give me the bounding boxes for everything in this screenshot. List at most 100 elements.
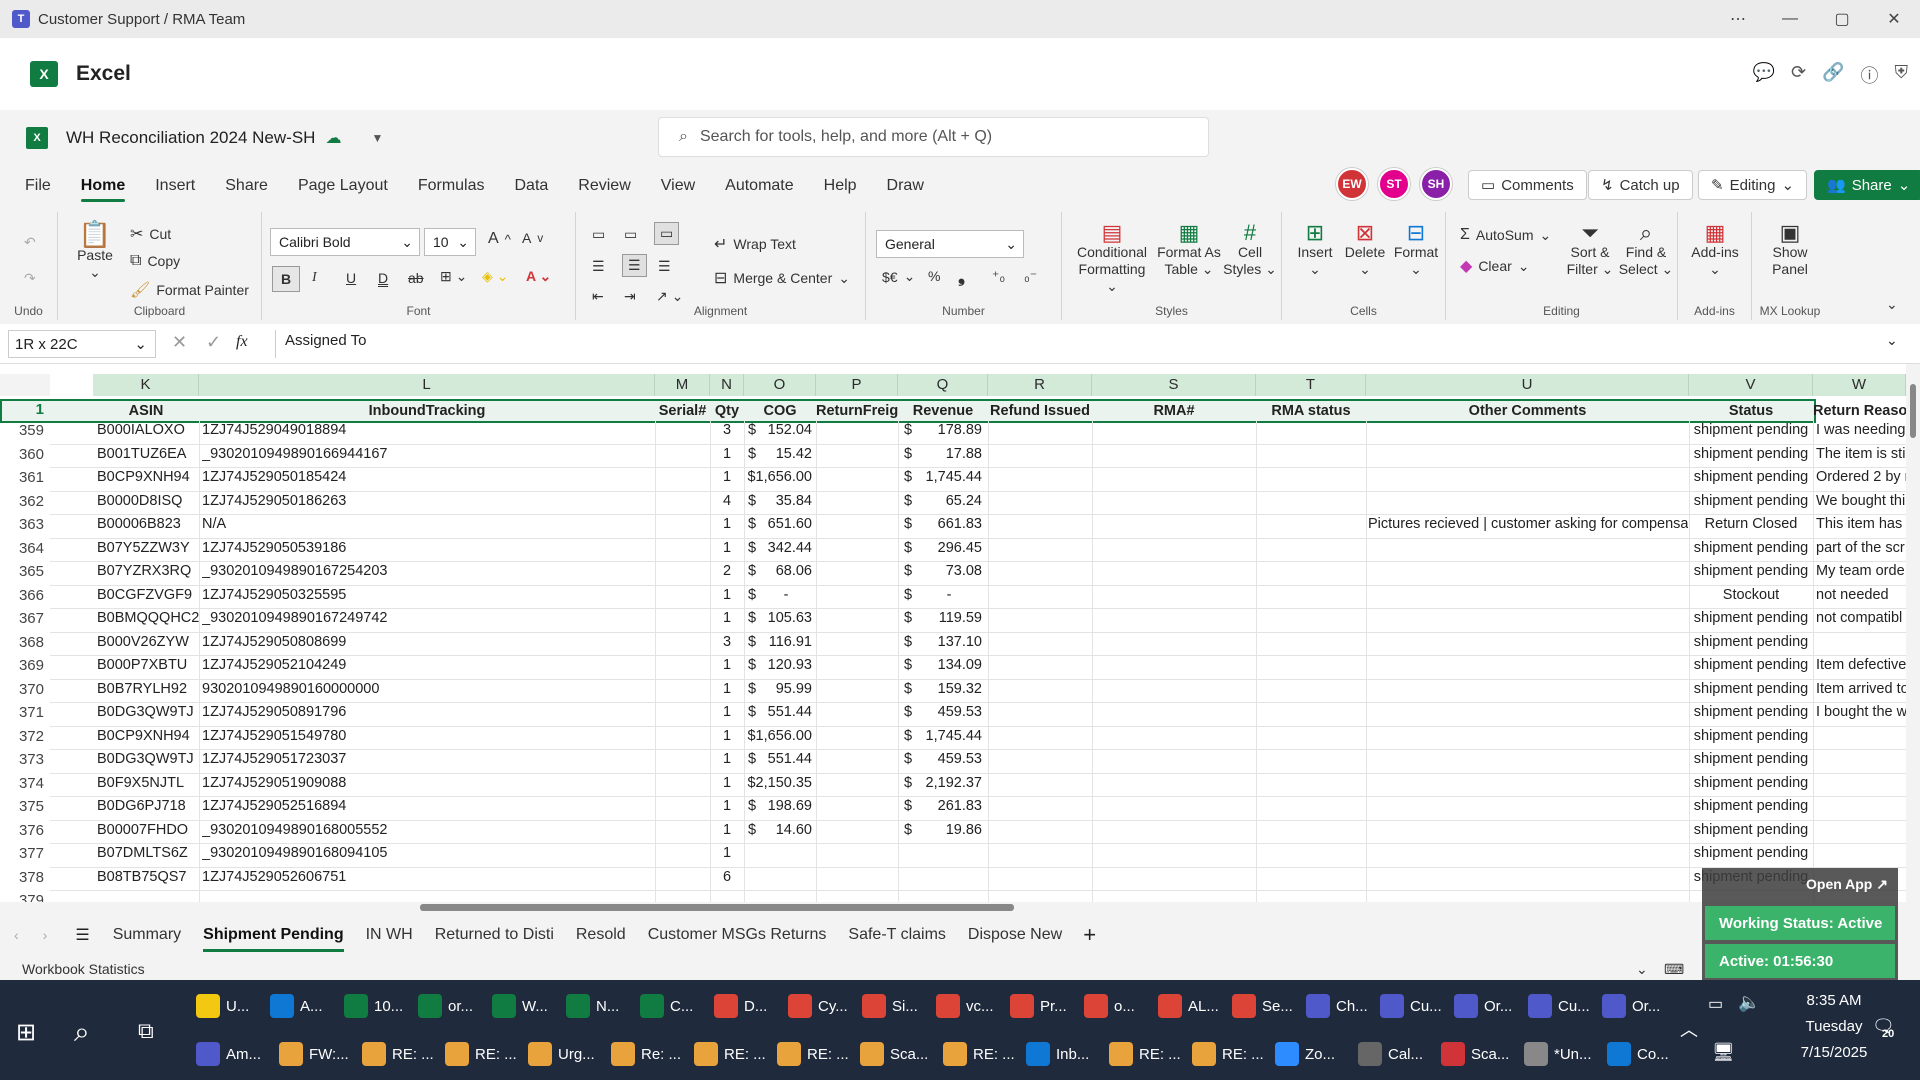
avatar[interactable]: SH [1420, 168, 1452, 200]
cell-n[interactable]: 1 [710, 469, 744, 485]
header-cell[interactable]: RMA# [1092, 400, 1256, 422]
cell-v[interactable]: shipment pending [1689, 493, 1813, 509]
cell-k[interactable]: B0BMQQQHC2 [97, 610, 199, 626]
cell-l[interactable]: _9302010949890167254203 [202, 563, 652, 579]
info-icon[interactable]: ⓘ [1861, 62, 1879, 88]
row-header[interactable]: 378 [0, 869, 50, 886]
sheet-tab[interactable]: Customer MSGs Returns [637, 912, 838, 958]
clear-button[interactable]: ◆ Clear ⌄ [1460, 256, 1530, 276]
taskbar-app[interactable]: Cal... [1358, 1032, 1423, 1076]
font-name-dropdown[interactable]: Calibri Bold ⌄ [270, 228, 420, 256]
taskbar-app[interactable]: Inb... [1026, 1032, 1089, 1076]
vertical-scroll-thumb[interactable] [1910, 384, 1916, 438]
taskbar-app[interactable]: RE: ... [1192, 1032, 1264, 1076]
show-panel-button[interactable]: ▣ Show Panel [1760, 222, 1820, 278]
cell-q[interactable]: 459.53 [916, 751, 982, 767]
row-header[interactable]: 365 [0, 563, 50, 580]
cell-w[interactable]: not compatibl [1816, 610, 1906, 626]
taskbar-app[interactable]: Cu... [1528, 984, 1590, 1028]
row-header[interactable]: 360 [0, 446, 50, 463]
font-size-dropdown[interactable]: 10 ⌄ [424, 228, 476, 256]
cell-q[interactable]: 73.08 [916, 563, 982, 579]
taskbar-app[interactable]: Si... [862, 984, 918, 1028]
double-underline-button[interactable]: D [378, 270, 388, 286]
cell-l[interactable]: 1ZJ74J529052104249 [202, 657, 652, 673]
cell-q[interactable]: 65.24 [916, 493, 982, 509]
align-right-icon[interactable]: ☰ [658, 258, 671, 275]
cell-l[interactable]: 1ZJ74J529052516894 [202, 798, 652, 814]
cell-k[interactable]: B0CP9XNH94 [97, 728, 199, 744]
cell-q[interactable]: 1,745.44 [916, 469, 982, 485]
avatar[interactable]: EW [1336, 168, 1368, 200]
taskbar-app[interactable]: 10... [344, 984, 403, 1028]
row-header[interactable]: 363 [0, 516, 50, 533]
tab-share[interactable]: Share [210, 166, 283, 206]
taskbar-app[interactable]: Se... [1232, 984, 1293, 1028]
header-cell[interactable]: COG [744, 400, 816, 422]
tab-formulas[interactable]: Formulas [403, 166, 500, 206]
number-format-dropdown[interactable]: General ⌄ [876, 230, 1024, 258]
sheet-tab[interactable]: IN WH [355, 912, 424, 958]
cell-n[interactable]: 1 [710, 845, 744, 861]
cell-v[interactable]: Return Closed [1689, 516, 1813, 532]
battery-icon[interactable]: ▭ [1708, 994, 1723, 1014]
column-header[interactable]: T [1256, 374, 1366, 396]
format-as-table-button[interactable]: ▦ Format As Table ⌄ [1154, 222, 1224, 278]
cell-q[interactable]: 459.53 [916, 704, 982, 720]
chevron-down-icon[interactable]: ▼ [371, 131, 383, 145]
cell-l[interactable]: _9302010949890166944167 [202, 446, 652, 462]
cell-o[interactable]: 342.44 [760, 540, 812, 556]
cell-k[interactable]: B0DG3QW9TJ [97, 751, 199, 767]
avatar[interactable]: ST [1378, 168, 1410, 200]
cell-v[interactable]: shipment pending [1689, 798, 1813, 814]
currency-button[interactable]: $€ ⌄ [882, 268, 915, 285]
taskbar-app[interactable]: N... [566, 984, 619, 1028]
taskbar-app[interactable]: Ch... [1306, 984, 1368, 1028]
cell-q[interactable]: 119.59 [916, 610, 982, 626]
sheet-tab[interactable]: Safe-T claims [837, 912, 957, 958]
cell-l[interactable]: _9302010949890168005552 [202, 822, 652, 838]
cell-k[interactable]: B07YZRX3RQ [97, 563, 199, 579]
taskbar-app[interactable]: AL... [1158, 984, 1219, 1028]
cell-u[interactable]: Pictures recieved | customer asking for … [1368, 516, 1688, 532]
copy-button[interactable]: ⧉ Copy [130, 252, 180, 270]
comma-style-icon[interactable]: ❟ [958, 266, 965, 287]
cell-k[interactable]: B00007FHDO [97, 822, 199, 838]
cell-n[interactable]: 3 [710, 422, 744, 438]
sheet-tab[interactable]: Resold [565, 912, 637, 958]
cell-l[interactable]: 1ZJ74J529050186263 [202, 493, 652, 509]
cell-n[interactable]: 4 [710, 493, 744, 509]
cell-k[interactable]: B07Y5ZZW3Y [97, 540, 199, 556]
cell-n[interactable]: 1 [710, 798, 744, 814]
header-cell[interactable]: Revenue [898, 400, 988, 422]
cell-k[interactable]: B000P7XBTU [97, 657, 199, 673]
chat-icon[interactable]: 💬 [1753, 62, 1775, 88]
cell-w[interactable]: This item has b [1816, 516, 1906, 532]
cell-l[interactable]: 1ZJ74J529052606751 [202, 869, 652, 885]
cell-w[interactable]: We bought thi [1816, 493, 1906, 509]
cell-v[interactable]: shipment pending [1689, 540, 1813, 556]
cell-o[interactable]: 651.60 [760, 516, 812, 532]
cell-v[interactable]: shipment pending [1689, 469, 1813, 485]
row-header[interactable]: 362 [0, 493, 50, 510]
header-cell[interactable]: Refund Issued [988, 400, 1092, 422]
merge-center-button[interactable]: ⊟ Merge & Center ⌄ [714, 268, 850, 288]
cut-button[interactable]: ✂ Cut [130, 224, 171, 244]
header-cell[interactable]: Serial# [655, 400, 710, 422]
horizontal-scrollbar[interactable] [0, 902, 1906, 912]
cell-v[interactable]: shipment pending [1689, 681, 1813, 697]
taskbar-app[interactable]: C... [640, 984, 693, 1028]
cell-w[interactable]: I was needing [1816, 422, 1906, 438]
cell-o[interactable]: 120.93 [760, 657, 812, 673]
column-header[interactable]: M [655, 374, 710, 396]
undo-icon[interactable]: ↶ [24, 234, 36, 251]
cell-o[interactable]: 116.91 [760, 634, 812, 650]
cell-o[interactable]: 15.42 [760, 446, 812, 462]
cell-k[interactable]: B0B7RYLH92 [97, 681, 199, 697]
column-header[interactable]: O [744, 374, 816, 396]
taskbar-app[interactable]: Pr... [1010, 984, 1067, 1028]
tab-view[interactable]: View [646, 166, 710, 206]
cell-v[interactable]: shipment pending [1689, 751, 1813, 767]
bold-button[interactable]: B [272, 266, 300, 292]
taskbar-app[interactable]: Urg... [528, 1032, 595, 1076]
